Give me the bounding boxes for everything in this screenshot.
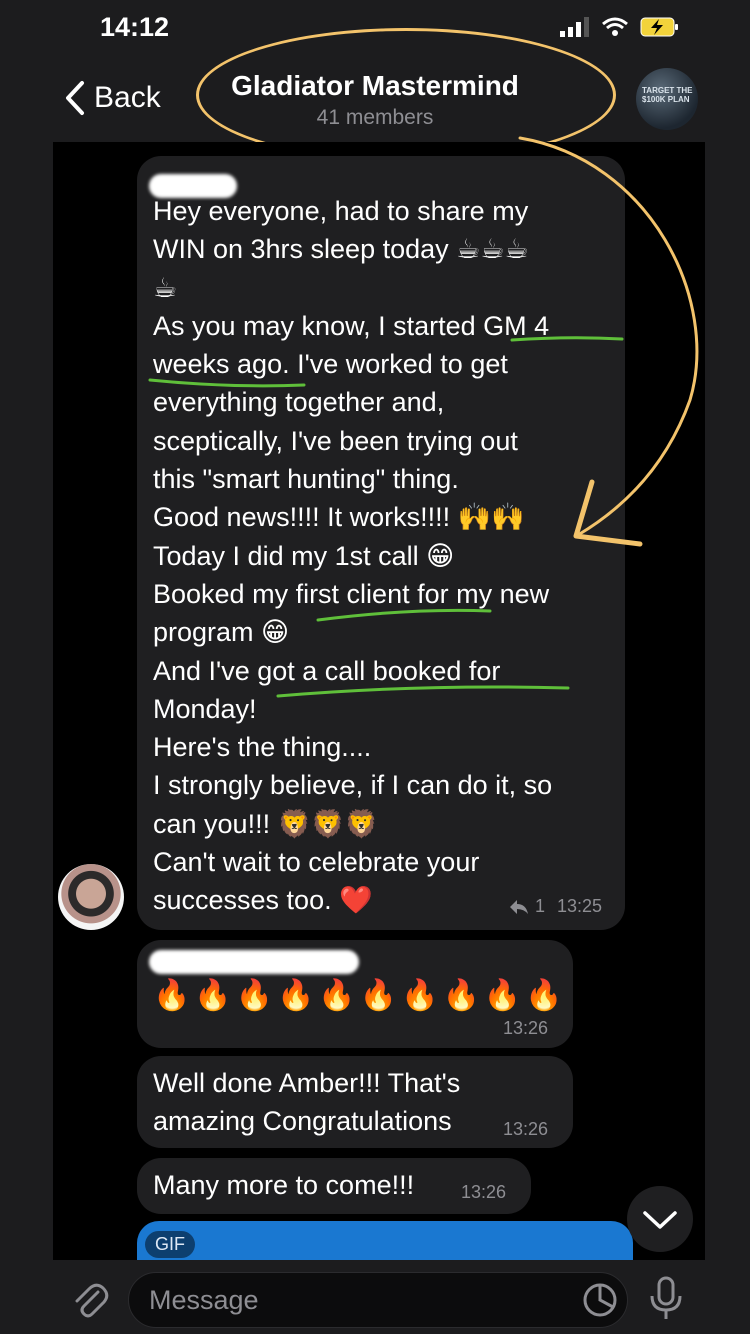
group-avatar-text: TARGET THE $100K PLAN [642, 86, 693, 104]
sender-avatar[interactable] [58, 864, 124, 930]
reply-arrow-icon [510, 899, 528, 914]
attachment-icon[interactable] [70, 1280, 110, 1320]
message-time: 13:26 [503, 1018, 549, 1038]
message-bubble[interactable]: Hey everyone, had to share my WIN on 3hr… [137, 156, 625, 930]
message-bubble[interactable]: 🔥🔥🔥🔥🔥🔥🔥🔥🔥🔥 13:26 [137, 940, 573, 1048]
redacted-sender-name [149, 950, 359, 974]
reply-count-value: 1 [535, 896, 546, 916]
signal-icon [560, 17, 589, 37]
microphone-icon[interactable] [648, 1276, 684, 1322]
composer-bar: Message [0, 1260, 750, 1334]
wifi-icon [602, 17, 628, 36]
message-time: 13:26 [461, 1182, 507, 1202]
battery-charging-icon [640, 17, 678, 37]
message-text: 🔥🔥🔥🔥🔥🔥🔥🔥🔥🔥 [153, 979, 567, 1012]
message-text: Hey everyone, had to share my WIN on 3hr… [153, 196, 553, 916]
message-text: Well done Amber!!! That's amazing Congra… [153, 1068, 461, 1137]
message-bubble[interactable]: Many more to come!!! 13:26 [137, 1158, 531, 1214]
message-bubble[interactable]: Well done Amber!!! That's amazing Congra… [137, 1056, 573, 1148]
message-input[interactable]: Message [128, 1272, 628, 1328]
status-icons [560, 16, 680, 38]
status-bar: 14:12 [0, 0, 750, 60]
message-time: 13:25 [557, 896, 603, 916]
status-time: 14:12 [100, 12, 170, 42]
reply-count[interactable]: 1 13:25 [509, 896, 602, 917]
gif-badge: GIF [145, 1231, 195, 1258]
group-avatar[interactable]: TARGET THE $100K PLAN [636, 68, 698, 130]
gif-message[interactable]: GIF [137, 1221, 633, 1260]
chat-header: Back Gladiator Mastermind 41 members TAR… [0, 60, 750, 142]
scroll-to-bottom-button[interactable] [627, 1186, 693, 1252]
chat-area: Hey everyone, had to share my WIN on 3hr… [53, 142, 705, 1260]
message-text: Many more to come!!! [153, 1170, 415, 1200]
chevron-down-icon [643, 1211, 677, 1229]
sticker-icon[interactable] [582, 1282, 618, 1318]
message-time: 13:26 [503, 1119, 549, 1139]
